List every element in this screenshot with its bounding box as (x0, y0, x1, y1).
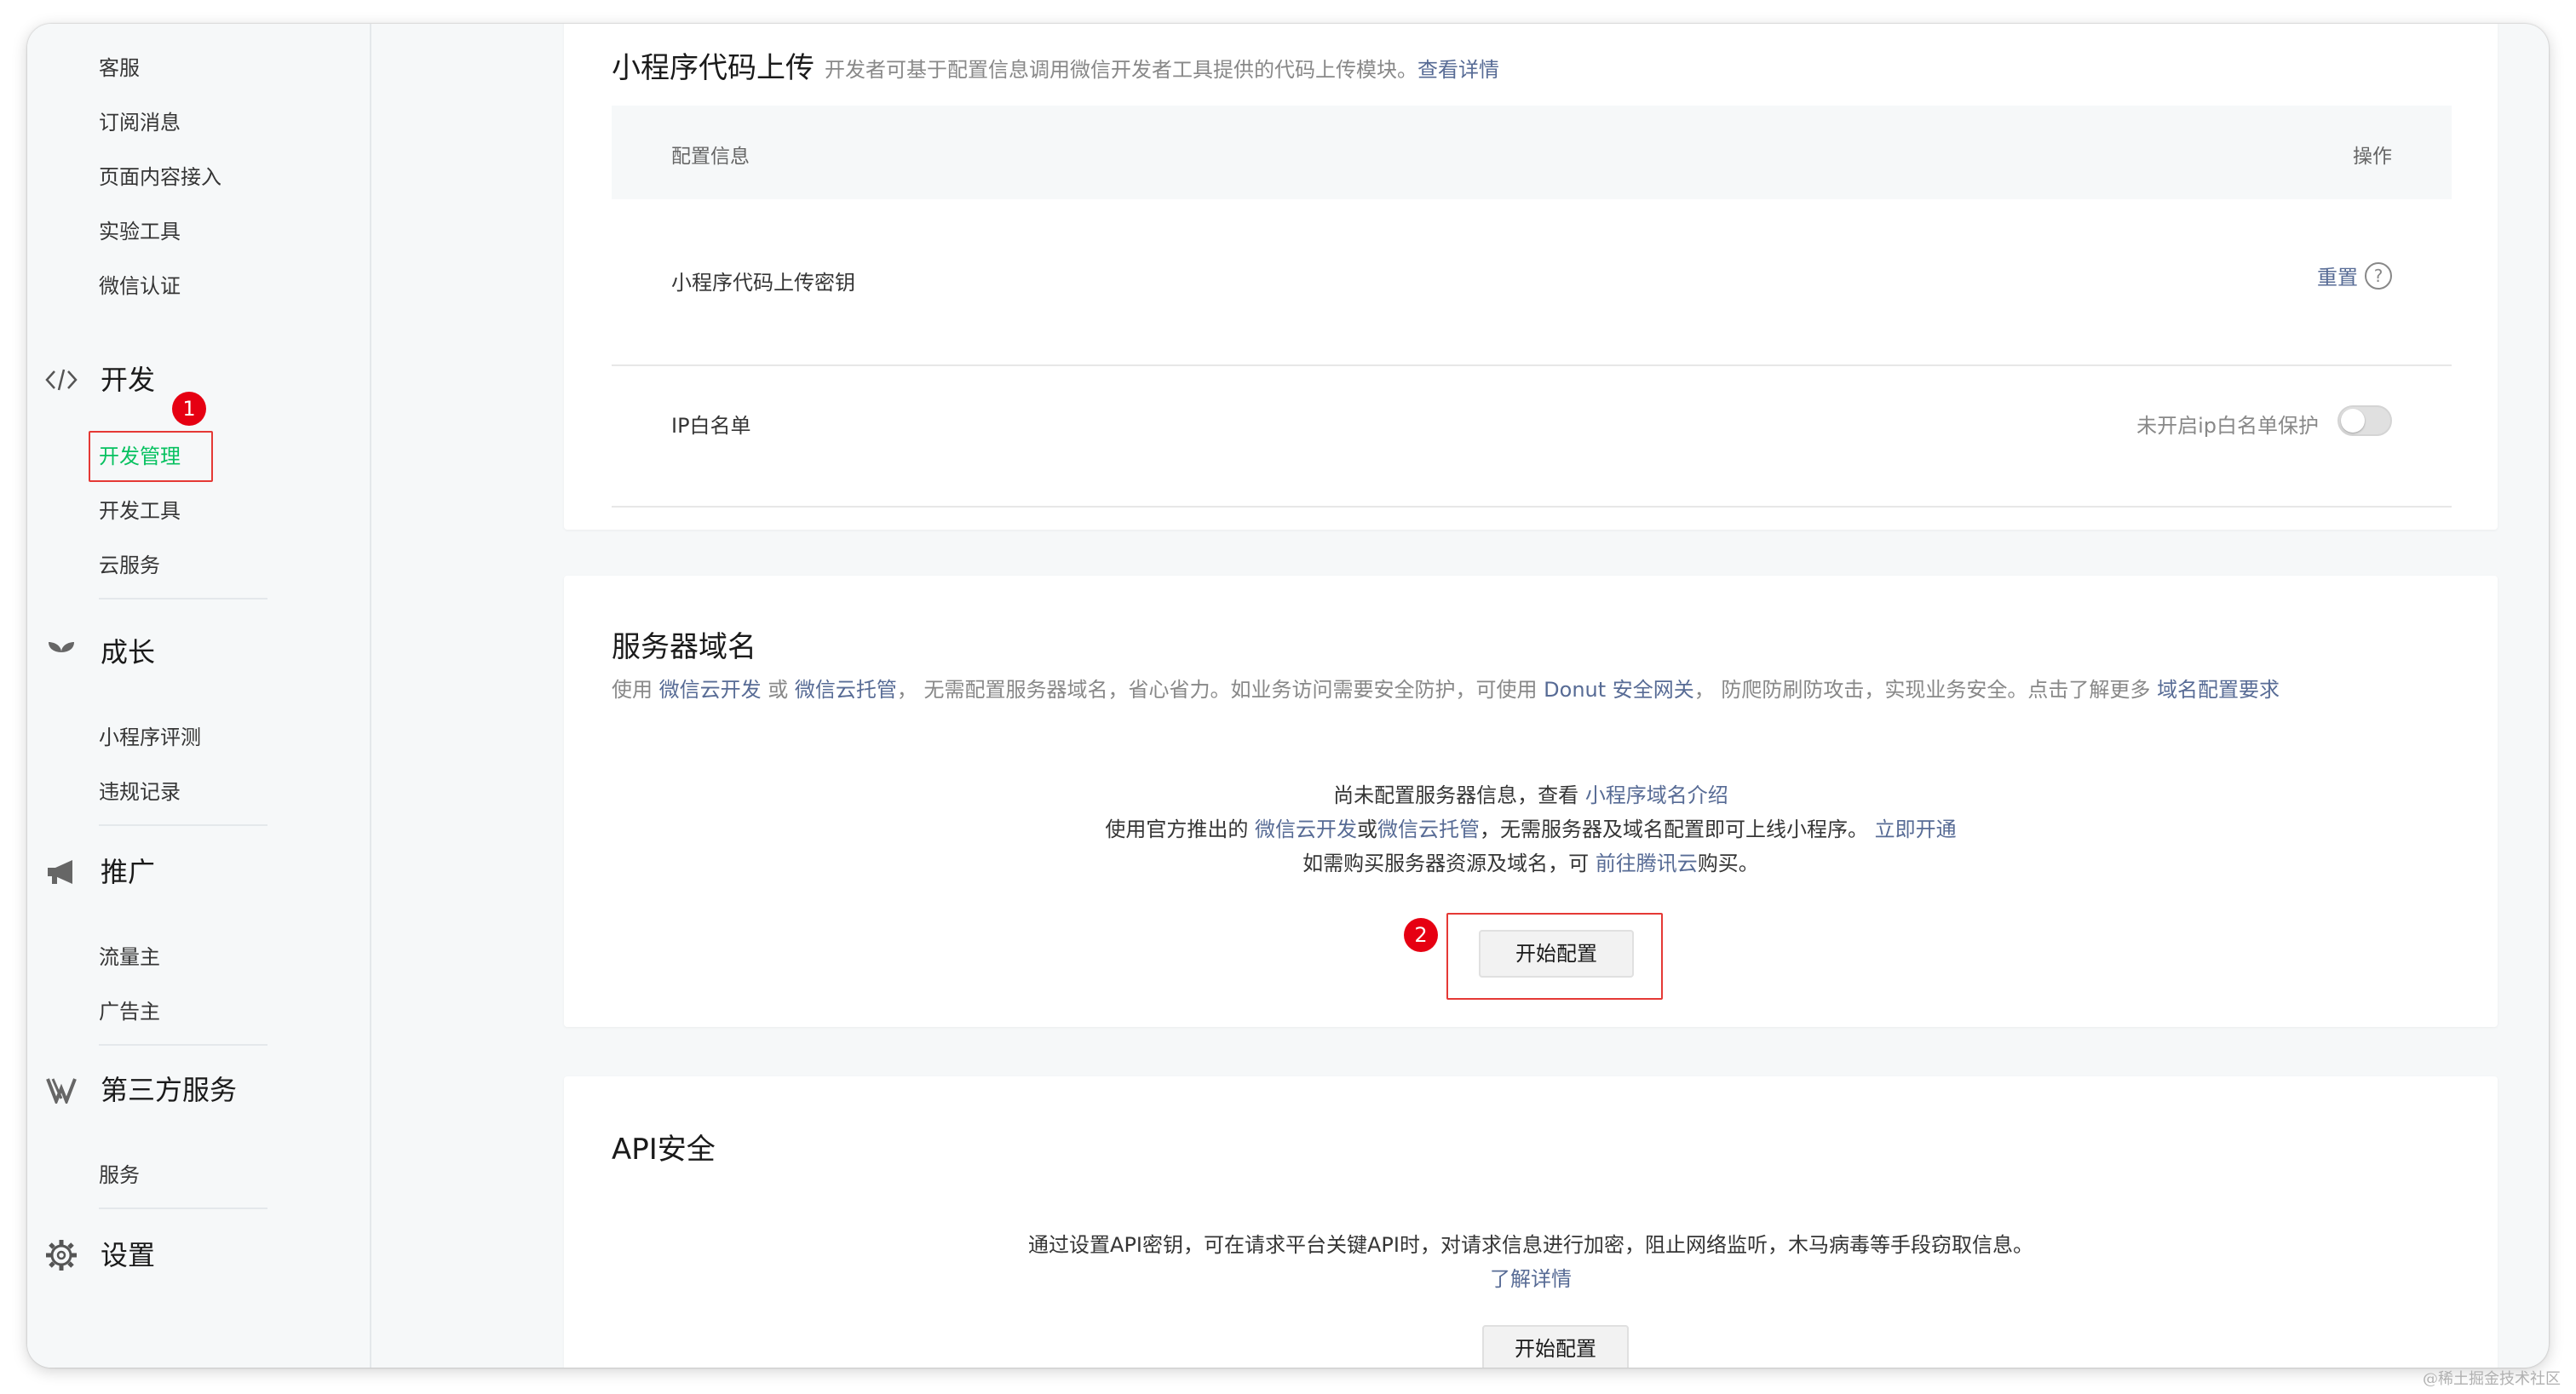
card-description: 开发者可基于配置信息调用微信开发者工具提供的代码上传模块。查看详情 (825, 58, 1499, 82)
sidebar-item-dev-management[interactable]: 开发管理 (99, 443, 181, 470)
learn-more-link[interactable]: 了解详情 (564, 1262, 2498, 1296)
sidebar-divider (99, 1208, 267, 1209)
cloud-dev-link[interactable]: 微信云开发 (1255, 817, 1357, 841)
sidebar-group-third-party[interactable]: 第三方服务 (41, 1073, 237, 1107)
wechat-cloud-hosting-link[interactable]: 微信云托管 (795, 678, 897, 702)
sidebar-item-subscribe-message[interactable]: 订阅消息 (99, 109, 181, 136)
help-icon[interactable]: ? (2365, 261, 2392, 290)
third-party-icon (41, 1073, 82, 1107)
sidebar-item-advertiser[interactable]: 广告主 (99, 998, 160, 1025)
ip-whitelist-status: 未开启ip白名单保护 (2136, 414, 2319, 438)
sidebar: 客服 订阅消息 页面内容接入 实验工具 微信认证 开发 1 开发管理 开发工具 … (27, 24, 371, 1368)
sidebar-item-customer-service[interactable]: 客服 (99, 54, 140, 82)
sidebar-item-lab-tools[interactable]: 实验工具 (99, 218, 181, 245)
column-action: 操作 (2353, 146, 2392, 168)
activate-now-link[interactable]: 立即开通 (1875, 817, 1957, 841)
sidebar-item-wechat-verify[interactable]: 微信认证 (99, 272, 181, 300)
sidebar-group-growth[interactable]: 成长 (41, 635, 155, 669)
sidebar-item-violations[interactable]: 违规记录 (99, 778, 181, 806)
card-description: 使用 微信云开发 或 微信云托管， 无需配置服务器域名，省心省力。如业务访问需要… (612, 678, 2280, 702)
cloud-hosting-link[interactable]: 微信云托管 (1377, 817, 1480, 841)
card-title: API安全 (612, 1133, 716, 1167)
api-security-description: 通过设置API密钥，可在请求平台关键API时，对请求信息进行加密，阻止网络监听，… (1028, 1233, 2033, 1257)
megaphone-icon (41, 855, 82, 889)
sidebar-group-label: 设置 (101, 1239, 156, 1271)
donut-gateway-link[interactable]: Donut 安全网关 (1544, 678, 1694, 702)
sidebar-item-evaluation[interactable]: 小程序评测 (99, 724, 201, 751)
table-row-divider (612, 506, 2452, 508)
start-config-button[interactable]: 开始配置 (1479, 930, 1634, 978)
upload-key-label: 小程序代码上传密钥 (671, 271, 855, 295)
sidebar-item-traffic-owner[interactable]: 流量主 (99, 944, 160, 971)
sidebar-item-dev-tools[interactable]: 开发工具 (99, 497, 181, 525)
annotation-badge-2: 2 (1404, 918, 1438, 952)
sidebar-group-label: 第三方服务 (101, 1074, 238, 1106)
column-config-info: 配置信息 (671, 146, 750, 168)
sidebar-group-develop[interactable]: 开发 (41, 363, 155, 397)
gear-icon (41, 1238, 82, 1272)
domain-requirements-link[interactable]: 域名配置要求 (2157, 678, 2280, 702)
empty-state-line-3: 如需购买服务器资源及域名，可 前往腾讯云购买。 (1302, 852, 1759, 875)
sidebar-group-label: 推广 (101, 856, 156, 888)
annotation-badge-1: 1 (172, 392, 206, 426)
api-security-card: API安全 通过设置API密钥，可在请求平台关键API时，对请求信息进行加密，阻… (564, 1076, 2498, 1368)
upload-key-actions: 重置 ? (2317, 261, 2392, 290)
sidebar-item-services[interactable]: 服务 (99, 1162, 140, 1189)
reset-link[interactable]: 重置 (2317, 261, 2358, 290)
sidebar-divider (99, 1044, 267, 1046)
config-table-header: 配置信息 操作 (612, 106, 2452, 199)
app-window: 客服 订阅消息 页面内容接入 实验工具 微信认证 开发 1 开发管理 开发工具 … (27, 24, 2549, 1368)
code-icon (41, 363, 82, 397)
empty-state-line-2: 使用官方推出的 微信云开发或微信云托管，无需服务器及域名配置即可上线小程序。 立… (1105, 817, 1957, 841)
sidebar-group-label: 成长 (101, 636, 156, 668)
card-title: 服务器域名 (612, 630, 756, 664)
card-title: 小程序代码上传 (612, 51, 814, 85)
domain-intro-link[interactable]: 小程序域名介绍 (1585, 783, 1728, 807)
empty-state-line-1: 尚未配置服务器信息，查看 小程序域名介绍 (1333, 783, 1728, 807)
sidebar-group-promotion[interactable]: 推广 (41, 855, 155, 889)
tencent-cloud-link[interactable]: 前往腾讯云 (1596, 852, 1698, 875)
view-details-link[interactable]: 查看详情 (1417, 58, 1499, 82)
sidebar-divider (99, 824, 267, 826)
table-row-divider (612, 364, 2452, 366)
sprout-icon (41, 635, 82, 669)
code-upload-card: 小程序代码上传 开发者可基于配置信息调用微信开发者工具提供的代码上传模块。查看详… (564, 24, 2498, 530)
sidebar-item-cloud-service[interactable]: 云服务 (99, 552, 160, 579)
ip-whitelist-label: IP白名单 (671, 414, 751, 438)
api-start-config-button[interactable]: 开始配置 (1482, 1325, 1629, 1368)
sidebar-item-page-content[interactable]: 页面内容接入 (99, 163, 221, 191)
sidebar-group-settings[interactable]: 设置 (41, 1238, 155, 1272)
sidebar-group-label: 开发 (101, 364, 156, 396)
wechat-cloud-dev-link[interactable]: 微信云开发 (659, 678, 762, 702)
ip-whitelist-toggle[interactable] (2337, 405, 2392, 436)
sidebar-divider (99, 598, 267, 599)
server-domain-card: 服务器域名 使用 微信云开发 或 微信云托管， 无需配置服务器域名，省心省力。如… (564, 576, 2498, 1027)
watermark: @稀土掘金技术社区 (2423, 1370, 2561, 1388)
